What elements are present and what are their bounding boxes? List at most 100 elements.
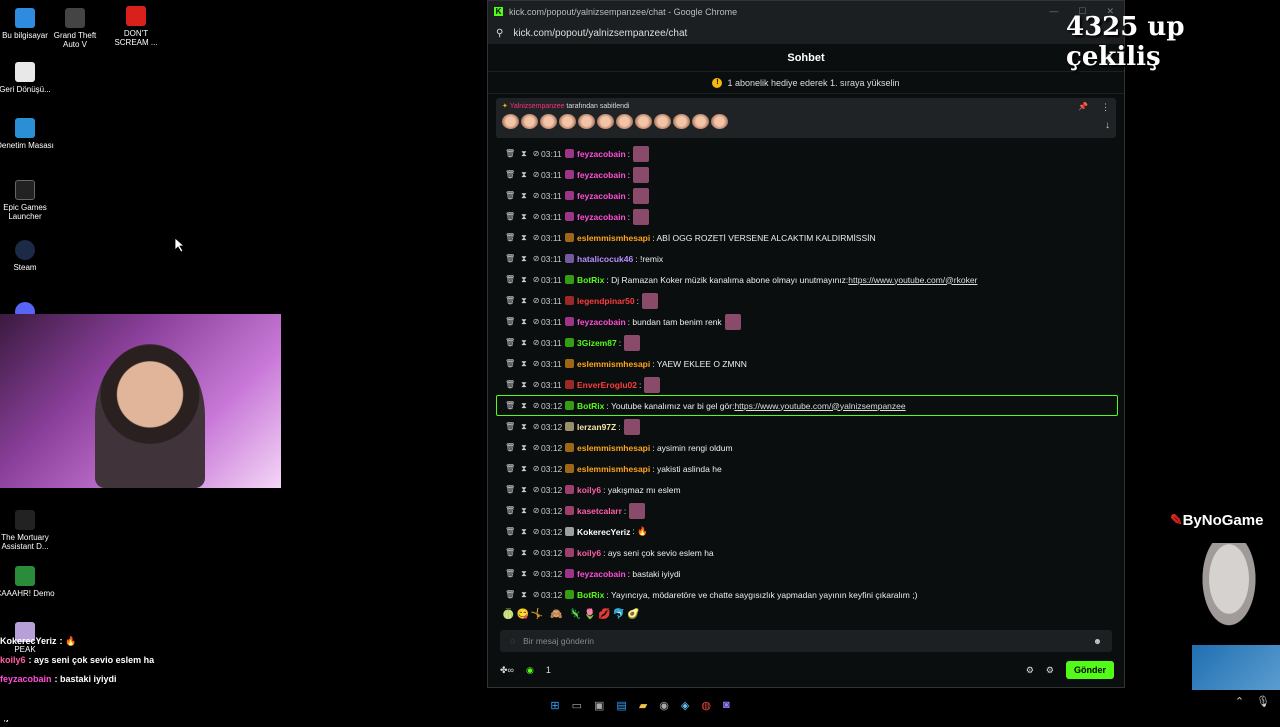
ban-icon[interactable]: ⊘ <box>533 296 540 306</box>
timeout-icon[interactable]: ⧗ <box>521 443 527 453</box>
ban-icon[interactable]: ⊘ <box>533 485 540 495</box>
gift-sub-banner[interactable]: ! 1 abonelik hediye ederek 1. sıraya yük… <box>488 72 1124 94</box>
widgets-icon[interactable]: ▤ <box>616 699 626 712</box>
message-username[interactable]: koily6 <box>577 548 601 558</box>
desktop-icon-epic-games[interactable]: Epic Games Launcher <box>0 180 55 221</box>
ban-icon[interactable]: ⊘ <box>533 254 540 264</box>
timeout-icon[interactable]: ⧗ <box>521 590 527 600</box>
ban-icon[interactable]: ⊘ <box>533 233 540 243</box>
send-button[interactable]: Gönder <box>1065 661 1114 679</box>
delete-icon[interactable]: 🗑 <box>505 275 515 285</box>
desktop-icon-steam[interactable]: Steam <box>0 240 55 272</box>
message-username[interactable]: koily6 <box>577 485 601 495</box>
ban-icon[interactable]: ⊘ <box>533 359 540 369</box>
address-bar[interactable]: ⚲ kick.com/popout/yalnizsempanzee/chat <box>488 22 1124 44</box>
message-username[interactable]: eslemmismhesapi <box>577 464 650 474</box>
delete-icon[interactable]: 🗑 <box>505 359 515 369</box>
expand-down-icon[interactable]: ↓ <box>1105 120 1110 131</box>
delete-icon[interactable]: 🗑 <box>505 212 515 222</box>
message-username[interactable]: kasetcalarr <box>577 506 622 516</box>
message-username[interactable]: EnverEroglu02 <box>577 380 637 390</box>
ban-icon[interactable]: ⊘ <box>533 212 540 222</box>
timeout-icon[interactable]: ⧗ <box>521 380 527 390</box>
message-username[interactable]: BotRix <box>577 590 604 600</box>
delete-icon[interactable]: 🗑 <box>505 296 515 306</box>
delete-icon[interactable]: 🗑 <box>505 590 515 600</box>
message-username[interactable]: feyzacobain <box>577 170 626 180</box>
pin-icon[interactable]: 📌 <box>1078 102 1088 111</box>
delete-icon[interactable]: 🗑 <box>505 422 515 432</box>
ban-icon[interactable]: ⊘ <box>533 548 540 558</box>
emote-quick-bar[interactable]: 🍈😋🤸 🙈 🦎🌷💋🐬🥑 <box>502 609 642 620</box>
chat-input-placeholder[interactable]: Bir mesaj gönderin <box>523 636 594 646</box>
message-username[interactable]: feyzacobain <box>577 569 626 579</box>
timeout-icon[interactable]: ⧗ <box>521 527 527 537</box>
site-info-icon[interactable]: ⚲ <box>496 28 503 39</box>
search-icon[interactable]: ▭ <box>572 699 582 712</box>
message-username[interactable]: KokerecYeriz <box>577 527 630 537</box>
ban-icon[interactable]: ⊘ <box>533 275 540 285</box>
task-view-icon[interactable]: ▣ <box>594 699 604 712</box>
desktop-icon-control-panel[interactable]: Denetim Masası <box>0 118 55 150</box>
timeout-icon[interactable]: ⧗ <box>521 317 527 327</box>
delete-icon[interactable]: 🗑 <box>505 191 515 201</box>
url-text[interactable]: kick.com/popout/yalnizsempanzee/chat <box>513 28 687 39</box>
delete-icon[interactable]: 🗑 <box>505 569 515 579</box>
timeout-icon[interactable]: ⧗ <box>521 233 527 243</box>
steam-taskbar-icon[interactable]: ◈ <box>681 699 689 712</box>
timeout-icon[interactable]: ⧗ <box>521 254 527 264</box>
delete-icon[interactable]: 🗑 <box>505 443 515 453</box>
file-explorer-icon[interactable]: ▰ <box>639 699 647 712</box>
ban-icon[interactable]: ⊘ <box>533 506 540 516</box>
message-username[interactable]: feyzacobain <box>577 149 626 159</box>
delete-icon[interactable]: 🗑 <box>505 506 515 516</box>
message-username[interactable]: feyzacobain <box>577 317 626 327</box>
timeout-icon[interactable]: ⧗ <box>521 149 527 159</box>
ban-icon[interactable]: ⊘ <box>533 401 540 411</box>
settings-gear-icon[interactable]: ⚙ <box>1026 665 1034 676</box>
delete-icon[interactable]: 🗑 <box>505 380 515 390</box>
message-username[interactable]: 3Gizem87 <box>577 338 617 348</box>
timeout-icon[interactable]: ⧗ <box>521 401 527 411</box>
timeout-icon[interactable]: ⧗ <box>521 506 527 516</box>
delete-icon[interactable]: 🗑 <box>505 485 515 495</box>
message-username[interactable]: eslemmismhesapi <box>577 359 650 369</box>
message-link[interactable]: https://www.youtube.com/@yalnizsempanzee <box>734 401 905 411</box>
timeout-icon[interactable]: ⧗ <box>521 338 527 348</box>
timeout-icon[interactable]: ⧗ <box>521 212 527 222</box>
start-icon[interactable]: ⊞ <box>550 699 559 712</box>
desktop-icon-dont-scream[interactable]: DON'T SCREAM ... <box>106 6 166 47</box>
timeout-icon[interactable]: ⧗ <box>521 548 527 558</box>
message-username[interactable]: hatalicocuk46 <box>577 254 633 264</box>
discord-taskbar-icon[interactable]: ◙ <box>723 699 730 711</box>
timeout-icon[interactable]: ⧗ <box>521 296 527 306</box>
microphone-icon[interactable]: 🎙 <box>1256 695 1270 708</box>
delete-icon[interactable]: 🗑 <box>505 548 515 558</box>
delete-icon[interactable]: 🗑 <box>505 170 515 180</box>
delete-icon[interactable]: 🗑 <box>505 254 515 264</box>
emoji-picker-icon[interactable]: ☻ <box>1093 636 1102 646</box>
ban-icon[interactable]: ⊘ <box>533 464 540 474</box>
minimize-icon[interactable]: — <box>1049 6 1058 17</box>
ban-icon[interactable]: ⊘ <box>533 380 540 390</box>
delete-icon[interactable]: 🗑 <box>505 401 515 411</box>
message-username[interactable]: feyzacobain <box>577 212 626 222</box>
desktop-icon-mortuary[interactable]: The Mortuary Assistant D... <box>0 510 55 551</box>
desktop-icon-caaahr[interactable]: CAAAHR! Demo <box>0 566 55 598</box>
message-username[interactable]: lerzan97Z <box>577 422 616 432</box>
delete-icon[interactable]: 🗑 <box>505 149 515 159</box>
timeout-icon[interactable]: ⧗ <box>521 569 527 579</box>
chat-message-input[interactable]: ◌ Bir mesaj gönderin ☻ <box>500 630 1112 652</box>
message-username[interactable]: BotRix <box>577 401 604 411</box>
chrome-taskbar-icon[interactable]: ◍ <box>701 699 711 712</box>
timeout-icon[interactable]: ⧗ <box>521 485 527 495</box>
desktop-icon-recycle-bin[interactable]: Geri Dönüşü... <box>0 62 55 94</box>
ban-icon[interactable]: ⊘ <box>533 191 540 201</box>
timeout-icon[interactable]: ⧗ <box>521 275 527 285</box>
points-icon[interactable]: ✤∞ <box>500 665 514 676</box>
ban-icon[interactable]: ⊘ <box>533 317 540 327</box>
message-link[interactable]: https://www.youtube.com/@rkoker <box>848 275 977 285</box>
timeout-icon[interactable]: ⧗ <box>521 422 527 432</box>
more-options-icon[interactable]: ⋮ <box>1101 102 1110 113</box>
pinned-by-user[interactable]: Yalnizsempanzee <box>510 103 565 110</box>
